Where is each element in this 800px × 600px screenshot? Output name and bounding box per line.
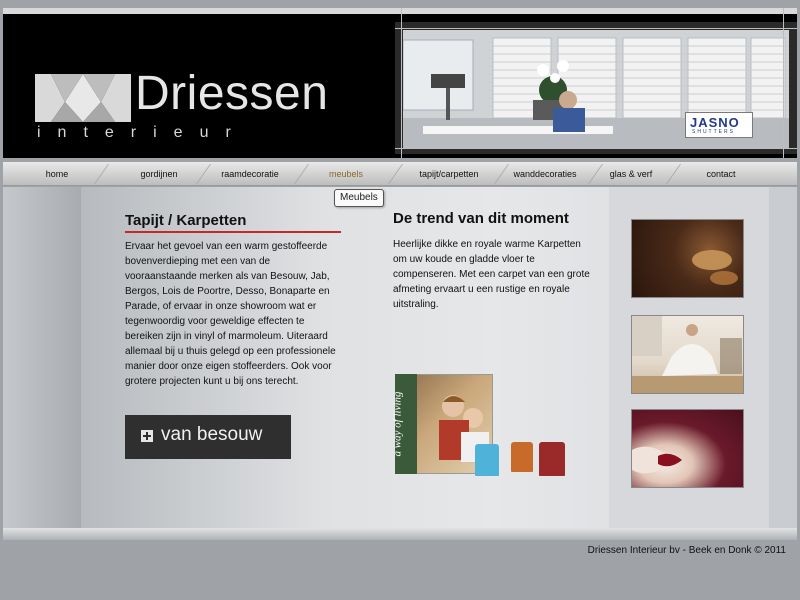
header: Driessen interieur JASNO SHUTTERS	[3, 8, 797, 158]
chair-blue	[475, 444, 499, 476]
frame-line	[401, 8, 402, 158]
jasno-badge: JASNO SHUTTERS	[685, 112, 753, 138]
nav-tooltip: Meubels	[334, 189, 384, 207]
middle-body-text: Heerlijke dikke en royale warme Karpette…	[393, 239, 590, 310]
page: Driessen interieur JASNO SHUTTERS home g…	[3, 0, 797, 540]
logo[interactable]: Driessen interieur	[35, 67, 375, 152]
middle-heading: De trend van dit moment	[393, 210, 569, 227]
footer-text: Driessen Interieur bv - Beek en Donk © 2…	[587, 545, 786, 556]
nav-separator	[93, 164, 110, 184]
chair-orange	[511, 442, 533, 472]
right-gutter	[769, 187, 797, 528]
carpet-lips-thumbnail	[631, 409, 744, 488]
main-nav: home gordijnen raamdecoratie meubels tap…	[3, 162, 797, 186]
logo-mark-icon	[35, 74, 131, 122]
nav-item-contact[interactable]: contact	[693, 162, 749, 186]
collage-strip: a way of living	[391, 374, 417, 474]
nav-item-glas-verf[interactable]: glas & verf	[599, 162, 663, 186]
jasno-name: JASNO	[690, 115, 740, 130]
van-besouw-name: van besouw	[161, 424, 263, 445]
collage-text: a way of living	[391, 391, 404, 457]
nav-item-meubels[interactable]: meubels	[313, 162, 379, 186]
left-gutter	[3, 187, 81, 528]
nav-separator	[293, 164, 310, 184]
furniture-collage: a way of living	[391, 374, 571, 478]
van-besouw-cross-icon	[141, 430, 153, 442]
nav-item-tapijt-carpetten[interactable]: tapijt/carpetten	[401, 162, 497, 186]
frame-line	[395, 148, 797, 149]
nav-item-wanddecoraties[interactable]: wanddecoraties	[503, 162, 587, 186]
jasno-sub: SHUTTERS	[692, 129, 735, 135]
brand-name: Driessen	[135, 67, 329, 120]
frame-line	[395, 28, 797, 29]
nav-item-raamdecoratie[interactable]: raamdecoratie	[209, 162, 291, 186]
bottom-bar	[3, 528, 797, 540]
left-heading: Tapijt / Karpetten	[125, 212, 341, 233]
nav-item-gordijnen[interactable]: gordijnen	[127, 162, 191, 186]
brand-subtitle: interieur	[37, 124, 248, 141]
nav-separator	[665, 164, 682, 184]
carpet-woman-thumbnail	[631, 315, 744, 394]
frame-line	[783, 8, 784, 158]
carpet-shoes-thumbnail	[631, 219, 744, 298]
chair-red	[539, 442, 565, 476]
nav-item-home[interactable]: home	[27, 162, 87, 186]
left-body-text: Ervaar het gevoel van een warm gestoffee…	[125, 241, 336, 387]
van-besouw-logo[interactable]: van besouw	[125, 415, 291, 459]
